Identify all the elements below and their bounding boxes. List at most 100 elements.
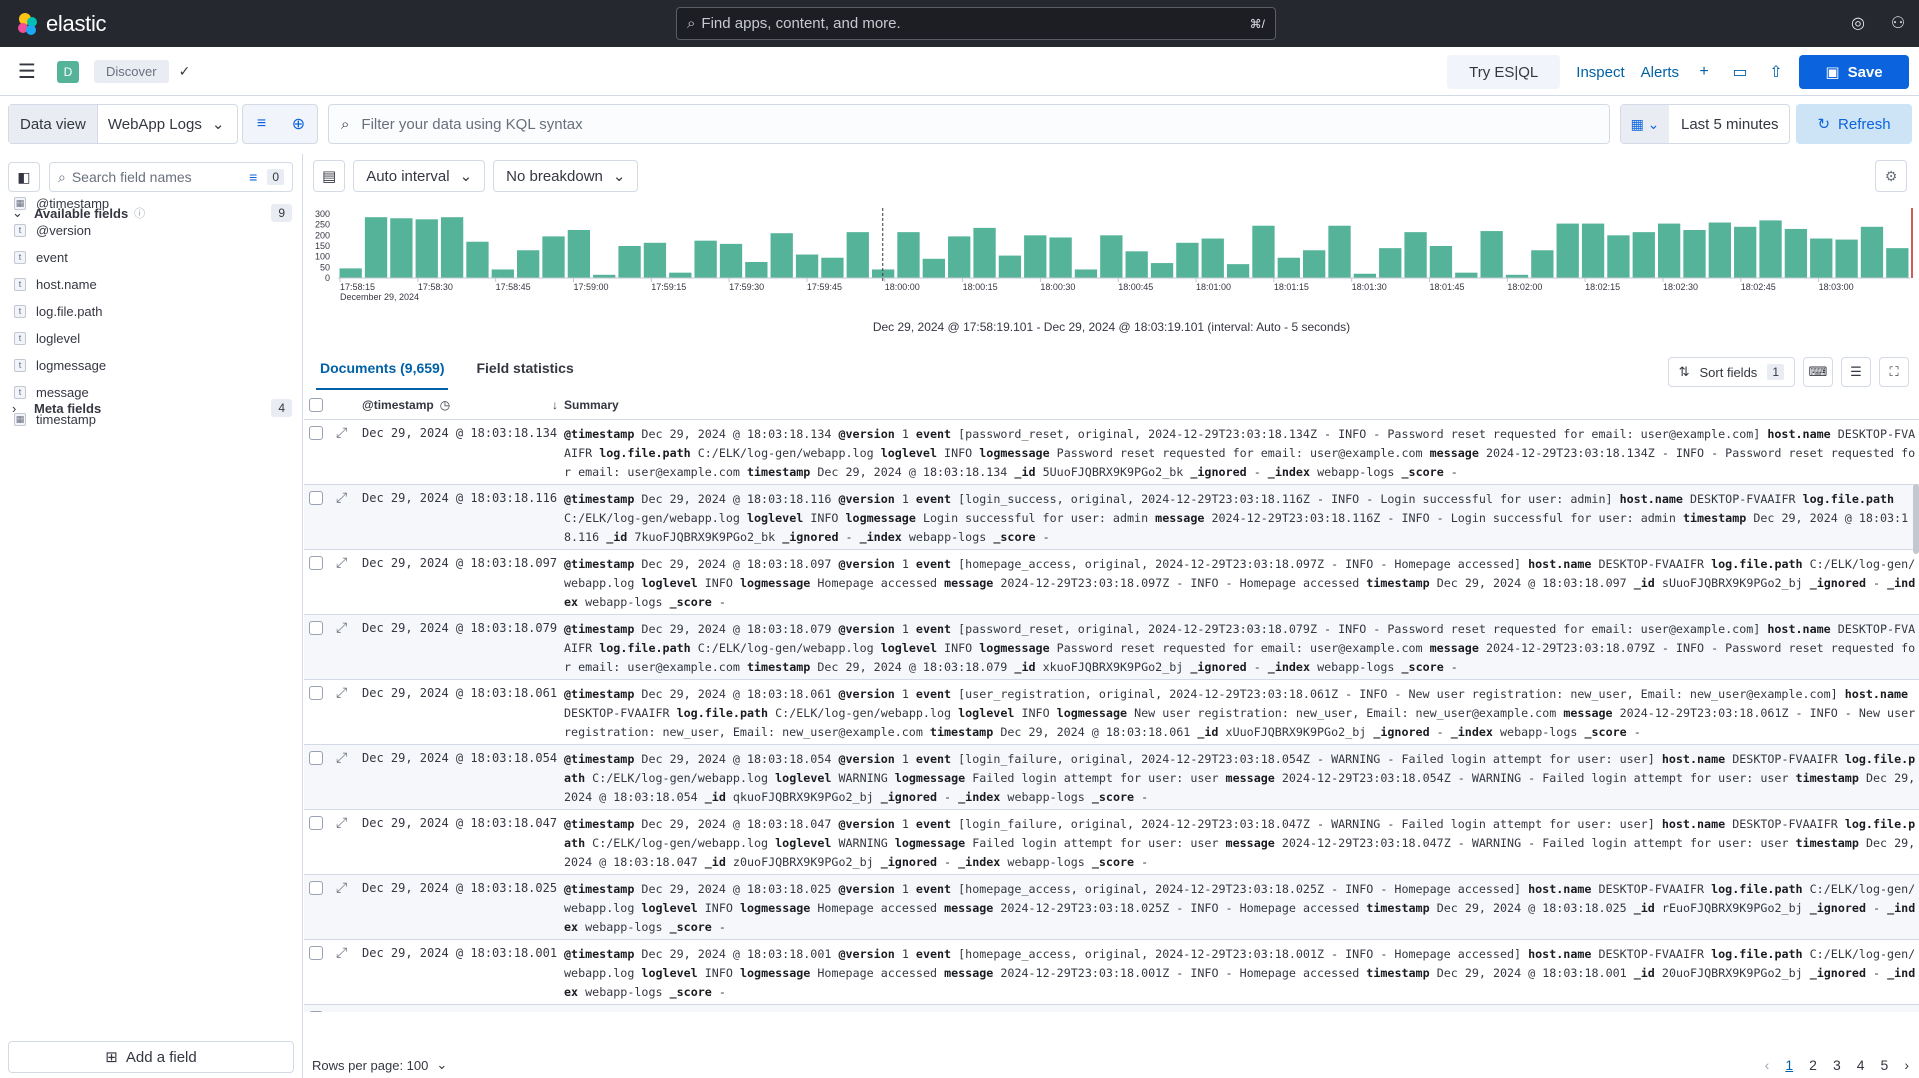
field-item[interactable]: t event <box>14 244 109 271</box>
expand-row-icon[interactable]: ⤢ <box>328 680 352 744</box>
histogram-bar <box>1683 230 1706 278</box>
row-checkbox[interactable] <box>309 686 323 700</box>
expand-row-icon[interactable]: ⤢ <box>328 615 352 679</box>
field-search-input[interactable]: ⌕ Search field names ≡ 0 <box>49 162 293 192</box>
table-row[interactable]: ⤢ Dec 29, 2024 @ 18:03:18.025 @timestamp D… <box>304 875 1919 940</box>
row-checkbox[interactable] <box>309 751 323 765</box>
global-search-input[interactable]: ⌕ Find apps, content, and more. ⌘/ <box>676 7 1276 40</box>
row-checkbox[interactable] <box>309 816 323 830</box>
keyboard-icon[interactable]: ⌨ <box>1803 357 1833 387</box>
table-row[interactable]: ⤢ Dec 29, 2024 @ 18:03:18.061 @timestamp D… <box>304 680 1919 745</box>
table-row[interactable]: ⤢ Dec 29, 2024 @ 18:03:18.134 @timestamp D… <box>304 420 1919 485</box>
field-item[interactable]: t loglevel <box>14 325 109 352</box>
meta-fields-header[interactable]: › Meta fields 4 <box>12 399 292 417</box>
expand-row-icon[interactable]: ⤢ <box>328 485 352 549</box>
field-item[interactable]: t @version <box>14 217 109 244</box>
kql-search-input[interactable]: ⌕ Filter your data using KQL syntax <box>328 104 1610 144</box>
inspect-link[interactable]: Inspect <box>1576 64 1624 81</box>
row-checkbox[interactable] <box>309 1011 323 1012</box>
field-item[interactable]: t logmessage <box>14 352 109 379</box>
select-all-checkbox[interactable] <box>309 397 323 412</box>
summary-key: @version <box>838 752 895 766</box>
table-row[interactable]: ⤢ Dec 29, 2024 @ 18:03:18.054 @timestamp D… <box>304 745 1919 810</box>
expand-row-icon[interactable]: ⤢ <box>328 420 352 484</box>
interval-select[interactable]: Auto interval ⌄ <box>353 160 486 192</box>
histogram-chart[interactable]: 300250200150100500 17:58:15 17:58:30 17:58:… <box>304 208 1919 318</box>
new-icon[interactable]: + <box>1693 63 1715 81</box>
time-range-label[interactable]: Last 5 minutes <box>1669 116 1779 133</box>
user-menu-icon[interactable]: ⚇ <box>1887 12 1909 34</box>
row-checkbox[interactable] <box>309 946 323 960</box>
prev-page-icon[interactable]: ‹ <box>1765 1057 1770 1073</box>
date-picker[interactable]: ▦ ⌄ Last 5 minutes <box>1620 104 1790 144</box>
open-folder-icon[interactable]: ▭ <box>1729 62 1751 82</box>
summary-key: logmessage <box>739 966 811 980</box>
field-item[interactable]: t log.file.path <box>14 298 109 325</box>
page-link[interactable]: 4 <box>1857 1057 1865 1073</box>
try-esql-button[interactable]: Try ES|QL <box>1447 55 1561 89</box>
row-checkbox[interactable] <box>309 621 323 635</box>
chart-settings-icon[interactable]: ⚙ <box>1875 160 1907 192</box>
breakdown-select[interactable]: No breakdown ⌄ <box>493 160 639 192</box>
filter-icon[interactable]: ≡ <box>249 169 257 185</box>
row-checkbox[interactable] <box>309 556 323 570</box>
sort-fields-button[interactable]: ⇅ Sort fields 1 <box>1667 357 1795 387</box>
collapse-sidebar-icon[interactable]: ◧ <box>8 162 40 192</box>
alerts-link[interactable]: Alerts <box>1641 64 1679 81</box>
chart-options-icon[interactable]: ▤ <box>313 160 346 192</box>
elastic-logo[interactable]: elastic <box>16 11 656 37</box>
page-link[interactable]: 5 <box>1881 1057 1889 1073</box>
field-item[interactable]: t host.name <box>14 271 109 298</box>
refresh-button[interactable]: ↻ Refresh <box>1796 104 1912 144</box>
table-row[interactable]: ⤢ Dec 29, 2024 @ 18:03:18.047 @timestamp D… <box>304 810 1919 875</box>
calendar-icon[interactable]: ▦ ⌄ <box>1621 105 1669 143</box>
row-checkbox[interactable] <box>309 491 323 505</box>
timestamp-column-header[interactable]: @timestamp ◷ ↓ <box>352 398 564 412</box>
expand-row-icon[interactable]: ⤢ <box>328 745 352 809</box>
summary-value: INFO <box>944 641 973 655</box>
table-row[interactable]: ⤢Dec 29, 2024 @ 18:03:17.976@timestamp D… <box>304 1005 1919 1012</box>
add-filter-icon[interactable]: ⊕ <box>280 105 317 143</box>
expand-row-icon[interactable]: ⤢ <box>328 875 352 939</box>
table-row[interactable]: ⤢ Dec 29, 2024 @ 18:03:18.097 @timestamp D… <box>304 550 1919 615</box>
summary-key: timestamp <box>1366 576 1430 590</box>
help-icon[interactable]: ◎ <box>1847 12 1869 34</box>
sort-desc-icon[interactable]: ↓ <box>552 398 558 412</box>
share-icon[interactable]: ⇧ <box>1765 62 1787 82</box>
tab-documents[interactable]: Documents (9,659) <box>316 348 449 390</box>
expand-row-icon[interactable]: ⤢ <box>328 1005 352 1012</box>
data-view-picker[interactable]: Data view WebApp Logs ⌄ <box>8 104 238 144</box>
table-row[interactable]: ⤢ Dec 29, 2024 @ 18:03:18.116 @timestamp D… <box>304 485 1919 550</box>
summary-key: log.file.path <box>1711 882 1803 896</box>
add-field-button[interactable]: ⊞ Add a field <box>8 1041 294 1073</box>
summary-key: @version <box>838 817 895 831</box>
space-avatar[interactable]: D <box>57 60 79 83</box>
summary-column-header[interactable]: Summary <box>564 398 619 412</box>
field-item[interactable]: ▦ @timestamp <box>14 190 109 217</box>
filter-menu-icon[interactable]: ≡ <box>243 105 280 143</box>
display-settings-icon[interactable]: ☰ <box>1841 357 1871 387</box>
histogram-bar <box>1632 232 1655 278</box>
next-page-icon[interactable]: › <box>1904 1057 1909 1073</box>
table-row[interactable]: ⤢ Dec 29, 2024 @ 18:03:18.001 @timestamp D… <box>304 940 1919 1005</box>
table-row[interactable]: ⤢ Dec 29, 2024 @ 18:03:18.079 @timestamp D… <box>304 615 1919 680</box>
histogram-bar <box>1100 235 1123 278</box>
chevron-down-icon[interactable]: ✓ <box>179 63 191 80</box>
page-link[interactable]: 3 <box>1833 1057 1841 1073</box>
tab-field-statistics[interactable]: Field statistics <box>472 348 577 390</box>
page-link[interactable]: 1 <box>1785 1057 1793 1073</box>
menu-icon[interactable]: ☰ <box>18 59 38 84</box>
row-checkbox[interactable] <box>309 881 323 895</box>
breadcrumb-discover[interactable]: Discover <box>94 60 169 83</box>
expand-row-icon[interactable]: ⤢ <box>328 940 352 1004</box>
row-checkbox[interactable] <box>309 426 323 440</box>
fullscreen-icon[interactable]: ⛶ <box>1879 357 1909 387</box>
page-link[interactable]: 2 <box>1809 1057 1817 1073</box>
expand-row-icon[interactable]: ⤢ <box>328 550 352 614</box>
x-tick-label: 17:59:30 <box>729 282 764 292</box>
summary-value: - <box>1253 465 1268 479</box>
grid-scrollbar[interactable] <box>1913 484 1919 554</box>
save-button[interactable]: ▣ Save <box>1799 55 1909 89</box>
expand-row-icon[interactable]: ⤢ <box>328 810 352 874</box>
rows-per-page-select[interactable]: Rows per page: 100 ⌄ <box>312 1057 447 1073</box>
